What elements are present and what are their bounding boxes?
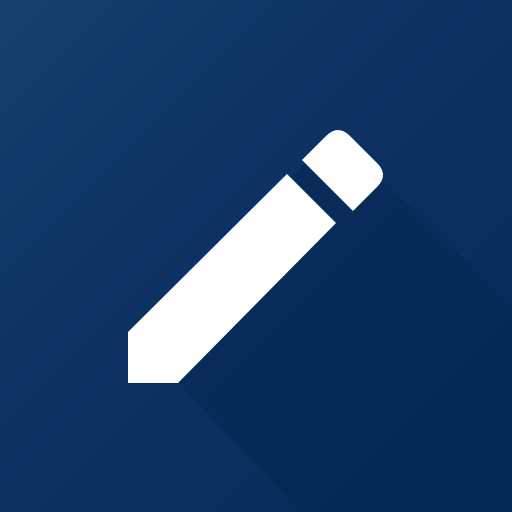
pencil-icon-graphic <box>128 130 512 512</box>
app-icon-tile <box>0 0 512 512</box>
